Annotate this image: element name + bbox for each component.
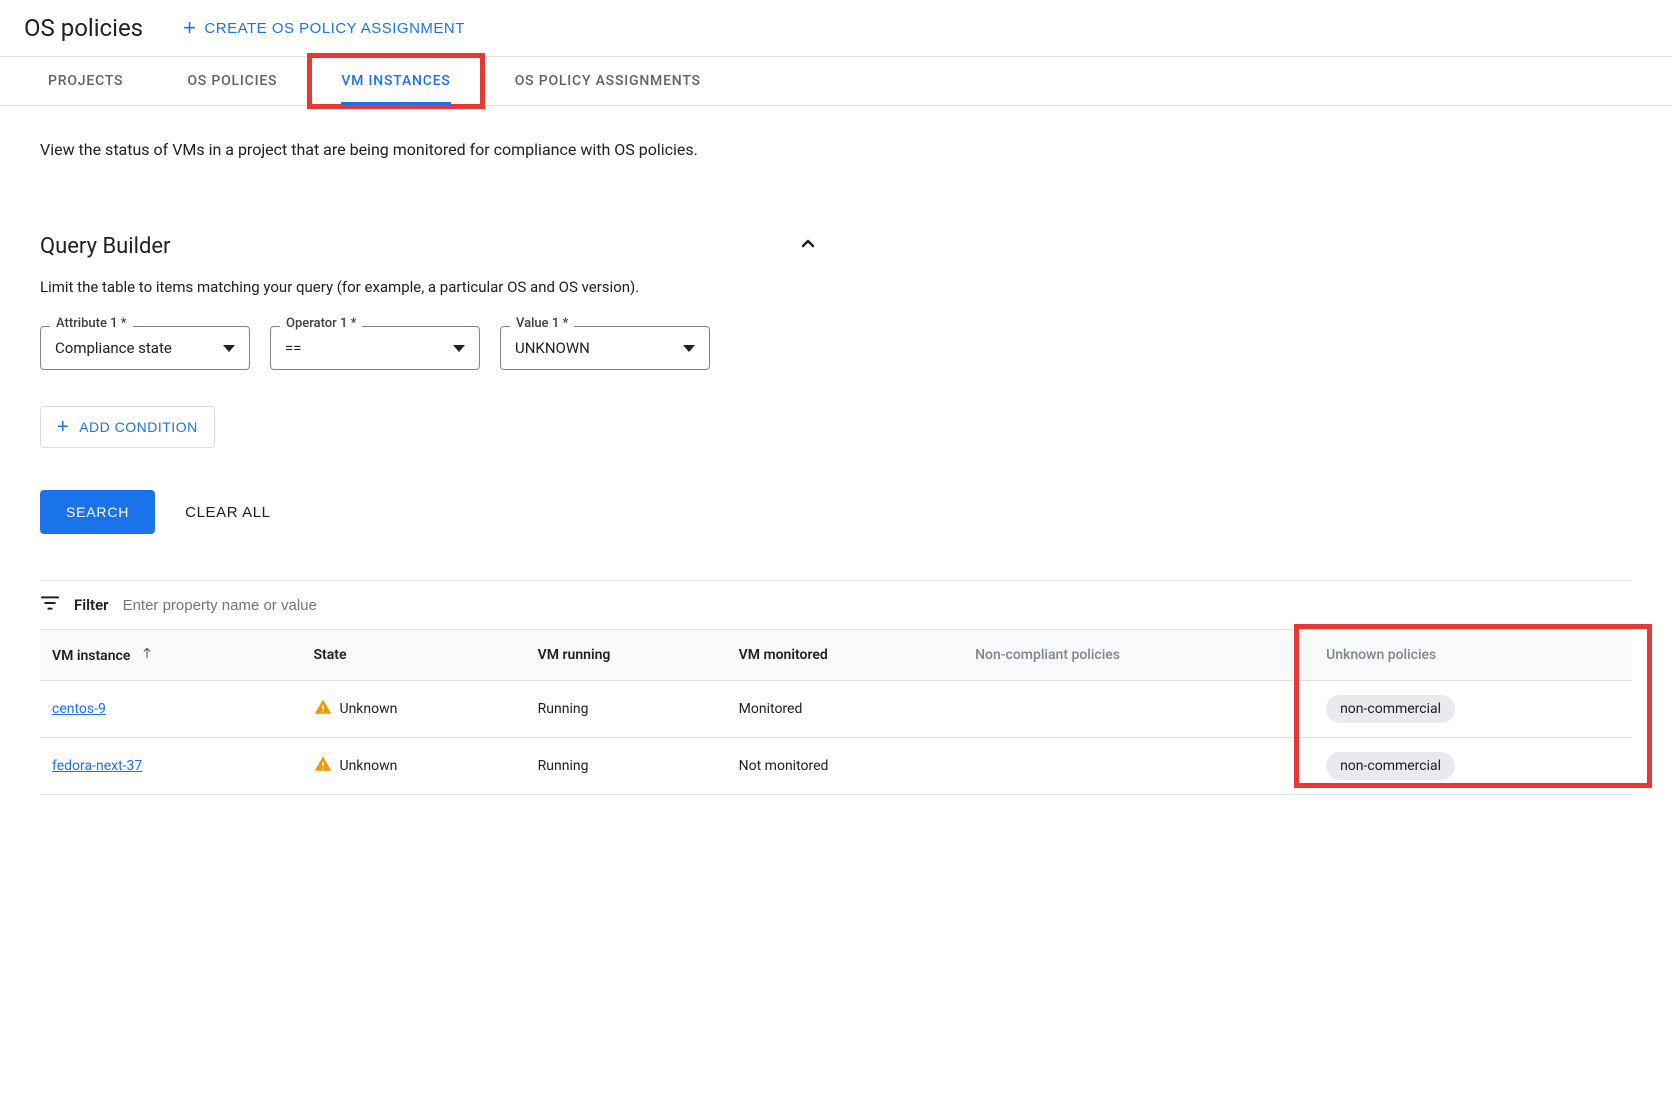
non-compliant-cell (963, 738, 1314, 795)
value-select[interactable]: UNKNOWN (500, 326, 710, 370)
vm-instance-link[interactable]: centos-9 (52, 701, 106, 717)
sort-ascending-icon (140, 646, 154, 664)
state-cell: Unknown (314, 698, 514, 720)
page-header: OS policies + CREATE OS POLICY ASSIGNMEN… (0, 0, 1672, 56)
tabs: PROJECTS OS POLICIES VM INSTANCES OS POL… (0, 56, 1672, 106)
state-text: Unknown (340, 758, 398, 774)
caret-down-icon (223, 345, 235, 352)
table-row: fedora-next-37 Unknown Running Not monit… (40, 738, 1632, 795)
caret-down-icon (453, 345, 465, 352)
filter-label: Filter (74, 596, 109, 614)
create-button-label: CREATE OS POLICY ASSIGNMENT (204, 20, 465, 37)
action-row: SEARCH CLEAR ALL (40, 490, 1632, 534)
running-cell: Running (526, 681, 727, 738)
content-area: View the status of VMs in a project that… (0, 106, 1672, 827)
tab-projects[interactable]: PROJECTS (40, 57, 131, 105)
col-unknown-policies[interactable]: Unknown policies (1314, 630, 1632, 681)
clear-all-button[interactable]: CLEAR ALL (185, 504, 270, 521)
attribute-select[interactable]: Compliance state (40, 326, 250, 370)
query-builder-section: Query Builder Limit the table to items m… (40, 232, 1632, 534)
warning-icon (314, 698, 332, 720)
query-builder-header[interactable]: Query Builder (40, 232, 820, 260)
tab-os-policy-assignments[interactable]: OS POLICY ASSIGNMENTS (507, 57, 709, 105)
running-cell: Running (526, 738, 727, 795)
add-condition-button[interactable]: + ADD CONDITION (40, 406, 215, 448)
plus-icon: + (57, 417, 69, 437)
plus-icon: + (183, 17, 196, 39)
filter-icon (40, 595, 60, 615)
monitored-cell: Not monitored (727, 738, 963, 795)
operator-select[interactable]: == (270, 326, 480, 370)
state-cell: Unknown (314, 755, 514, 777)
operator-field: Operator 1 * == (270, 326, 480, 370)
query-fields-row: Attribute 1 * Compliance state Operator … (40, 326, 1632, 370)
col-vm-instance[interactable]: VM instance (40, 630, 302, 681)
chevron-up-icon (796, 232, 820, 260)
monitored-cell: Monitored (727, 681, 963, 738)
attribute-field: Attribute 1 * Compliance state (40, 326, 250, 370)
col-vm-running[interactable]: VM running (526, 630, 727, 681)
page-description: View the status of VMs in a project that… (40, 138, 840, 162)
attribute-value: Compliance state (55, 339, 172, 357)
warning-icon (314, 755, 332, 777)
value-value: UNKNOWN (515, 339, 590, 357)
unknown-policy-chip[interactable]: non-commercial (1326, 695, 1455, 723)
operator-label: Operator 1 * (280, 316, 362, 331)
value-field: Value 1 * UNKNOWN (500, 326, 710, 370)
query-builder-description: Limit the table to items matching your q… (40, 278, 1632, 296)
page-title: OS policies (24, 14, 143, 42)
col-state[interactable]: State (302, 630, 526, 681)
vm-table: VM instance State VM running VM monitore… (40, 630, 1632, 795)
add-condition-label: ADD CONDITION (79, 419, 198, 435)
value-label: Value 1 * (510, 316, 574, 331)
col-vm-monitored[interactable]: VM monitored (727, 630, 963, 681)
table-row: centos-9 Unknown Running Monitored non-c… (40, 681, 1632, 738)
col-non-compliant[interactable]: Non-compliant policies (963, 630, 1314, 681)
create-os-policy-assignment-button[interactable]: + CREATE OS POLICY ASSIGNMENT (183, 17, 465, 39)
filter-row: Filter (40, 580, 1632, 630)
tab-os-policies[interactable]: OS POLICIES (179, 57, 285, 105)
filter-input[interactable] (123, 597, 1632, 614)
unknown-policy-chip[interactable]: non-commercial (1326, 752, 1455, 780)
non-compliant-cell (963, 681, 1314, 738)
state-text: Unknown (340, 701, 398, 717)
vm-instance-link[interactable]: fedora-next-37 (52, 758, 142, 774)
tab-vm-instances[interactable]: VM INSTANCES (333, 57, 458, 105)
attribute-label: Attribute 1 * (50, 316, 133, 331)
query-builder-title: Query Builder (40, 234, 171, 259)
operator-value: == (285, 339, 301, 357)
search-button[interactable]: SEARCH (40, 490, 155, 534)
caret-down-icon (683, 345, 695, 352)
table-header-row: VM instance State VM running VM monitore… (40, 630, 1632, 681)
